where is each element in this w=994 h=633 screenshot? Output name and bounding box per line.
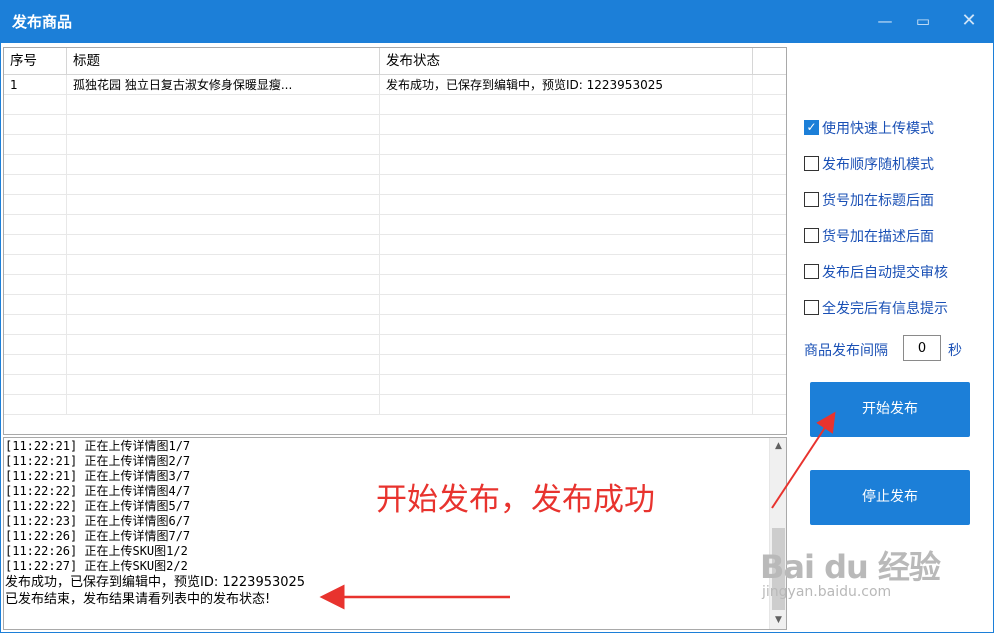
watermark: Bai du 经验 jingyan.baidu.com [760,542,960,600]
watermark-logo: Bai du 经验 [760,548,941,586]
annotation-arrows [319,411,836,610]
arrow-to-start-button [771,411,836,509]
